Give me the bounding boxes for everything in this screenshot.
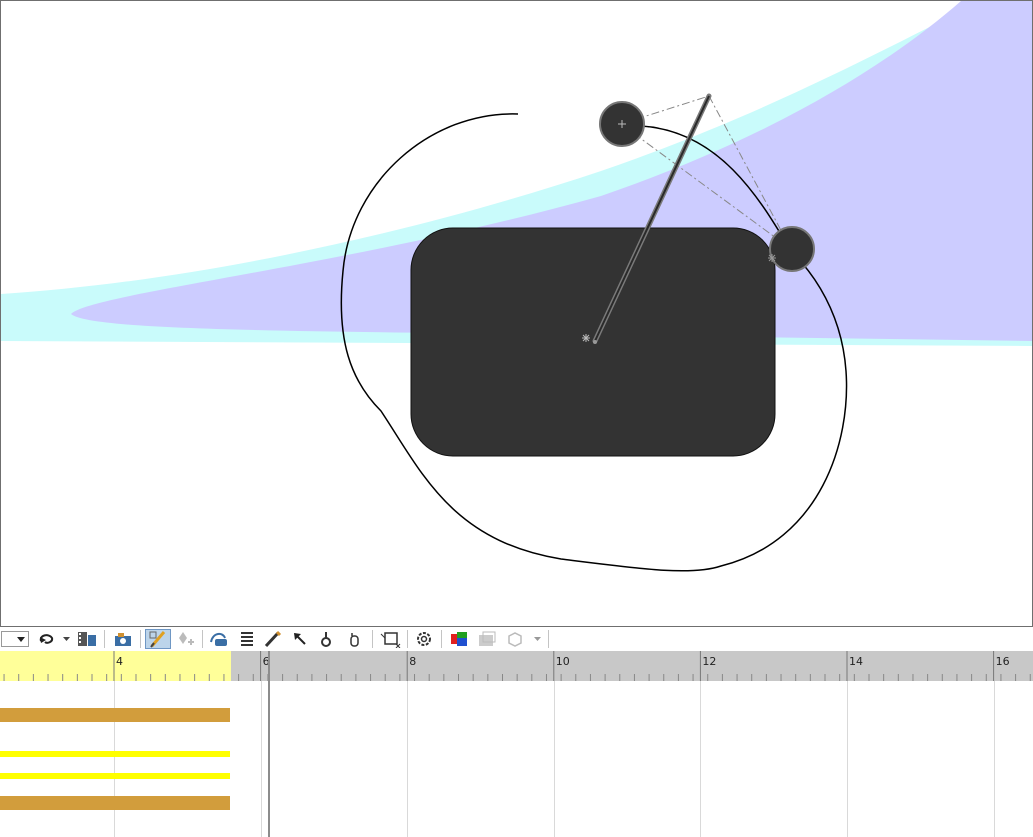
timeline-ruler[interactable]: 4 6 8 10 12 14 16	[0, 651, 1033, 681]
settings-gear-icon[interactable]	[413, 629, 435, 649]
ruler-tick-label: 12	[702, 655, 717, 668]
toolbar-separator	[548, 630, 549, 648]
timeline-gridline	[407, 681, 409, 837]
chevron-down-icon[interactable]	[60, 629, 72, 649]
add-key-icon[interactable]	[174, 629, 196, 649]
pencil-icon[interactable]	[262, 629, 284, 649]
mode-dropdown[interactable]	[0, 629, 30, 649]
pivot-marker-center[interactable]	[582, 334, 590, 342]
timeline-gridline	[260, 681, 262, 837]
timeline-gridline	[114, 681, 115, 837]
timeline-gridline	[993, 681, 995, 837]
scene-canvas[interactable]	[1, 1, 1033, 627]
track-bar-orange-2[interactable]	[0, 796, 230, 810]
timeline-gridline	[847, 681, 848, 837]
toolbar-separator	[441, 630, 442, 648]
motion-path-icon[interactable]	[208, 629, 230, 649]
timeline-gridline	[700, 681, 702, 837]
chevron-down-icon[interactable]	[531, 629, 543, 649]
export-frame-icon[interactable]	[378, 629, 402, 649]
toolbar-separator	[372, 630, 373, 648]
chevron-down-icon	[17, 637, 25, 642]
pivot-marker-right[interactable]	[768, 254, 776, 262]
box-icon[interactable]	[504, 629, 526, 649]
animation-viewport[interactable]	[0, 0, 1033, 627]
timeline-panel[interactable]: 4 6 8 10 12 14 16	[0, 651, 1033, 837]
toolbar-separator	[407, 630, 408, 648]
animation-toolbar	[0, 627, 1033, 651]
track-bar-yellow-2[interactable]	[0, 773, 230, 779]
layers-icon[interactable]	[236, 629, 258, 649]
track-bar-yellow-1[interactable]	[0, 751, 230, 757]
arrow-icon[interactable]	[289, 629, 311, 649]
toolbar-separator	[202, 630, 203, 648]
toolbar-separator	[104, 630, 105, 648]
ruler-tick-label: 16	[995, 655, 1010, 668]
pin-icon[interactable]	[315, 629, 337, 649]
ruler-tick-label: 8	[409, 655, 417, 668]
toolbar-separator	[140, 630, 141, 648]
ruler-tick-label: 10	[555, 655, 570, 668]
ruler-tick-label: 4	[116, 655, 123, 668]
joint-handle-right[interactable]	[769, 226, 815, 272]
timeline-playhead[interactable]	[267, 651, 270, 837]
film-strip-icon[interactable]	[76, 629, 98, 649]
render-icon[interactable]	[475, 629, 499, 649]
color-cube-icon[interactable]	[447, 629, 471, 649]
timeline-gridline	[553, 681, 555, 837]
track-bar-orange-1[interactable]	[0, 708, 230, 722]
hand-icon[interactable]	[343, 629, 365, 649]
undo-icon[interactable]	[35, 629, 57, 649]
keyframe-edit-icon[interactable]	[145, 629, 171, 649]
ruler-ticks	[3, 651, 1031, 681]
camera-icon[interactable]	[111, 629, 135, 649]
ruler-tick-label: 14	[849, 655, 863, 668]
pivot-dot	[593, 340, 597, 344]
